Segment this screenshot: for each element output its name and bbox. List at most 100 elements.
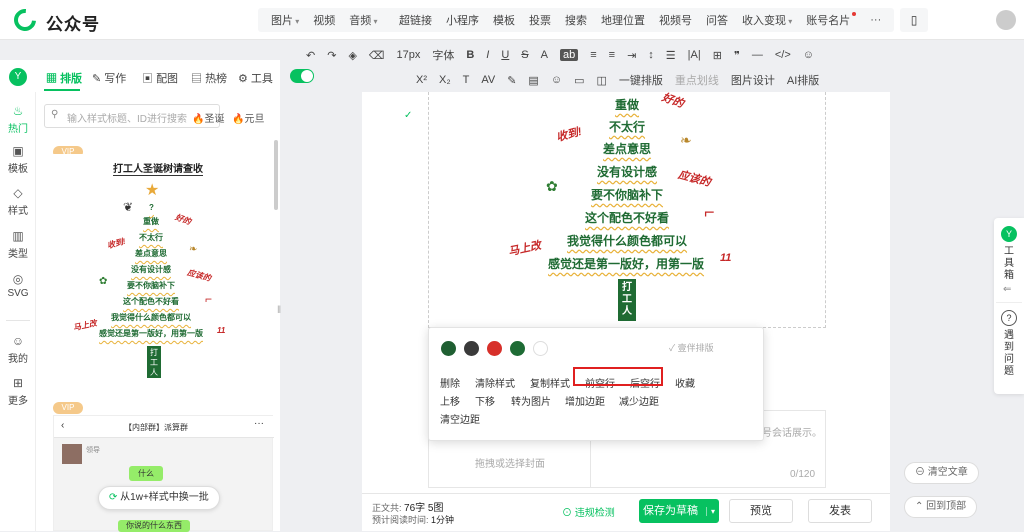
clear-margin-action[interactable]: 清空边距	[440, 411, 480, 426]
tag-christmas[interactable]: 🔥圣诞	[192, 110, 224, 125]
move-down-action[interactable]: 下移	[475, 393, 495, 408]
color-swatch[interactable]	[464, 341, 479, 356]
favorite-action[interactable]: 收藏	[675, 375, 695, 390]
resize-handle-icon[interactable]: ‖	[277, 305, 281, 316]
emoji-icon[interactable]: ☺	[803, 49, 814, 61]
save-draft-button[interactable]: 保存为草稿 ▾	[639, 499, 719, 523]
letter-spacing-icon[interactable]: |A|	[688, 49, 701, 61]
color-swatch[interactable]	[487, 341, 502, 356]
font-color-icon[interactable]: A	[541, 49, 548, 61]
spacing-icon[interactable]: AV	[481, 74, 495, 86]
insert-channels[interactable]: 视频号	[659, 12, 692, 28]
rail-item-template[interactable]: ▣ 模板	[0, 144, 36, 175]
panel-toggle[interactable]	[290, 69, 314, 83]
publish-button[interactable]: 发表	[808, 499, 872, 523]
copy-style-action[interactable]: 复制样式	[530, 375, 570, 390]
font-size-select[interactable]: 17px	[396, 49, 420, 61]
insert-link[interactable]: 超链接	[399, 12, 432, 28]
insert-template[interactable]: 模板	[493, 12, 515, 28]
image-editor-icon[interactable]: ◫	[596, 74, 606, 87]
insert-qa[interactable]: 问答	[706, 12, 728, 28]
plugin-icon[interactable]: Y	[1001, 226, 1017, 242]
insert-image[interactable]: 图片	[271, 12, 299, 28]
image-design-button[interactable]: 图片设计	[731, 72, 775, 88]
add-margin-action[interactable]: 增加边距	[565, 393, 605, 408]
delete-action[interactable]: 删除	[440, 375, 460, 390]
clear-format-icon[interactable]: ⌫	[369, 49, 385, 62]
insert-location[interactable]: 地理位置	[601, 12, 645, 28]
chart-icon[interactable]: ▤	[528, 74, 538, 87]
style-card-chat[interactable]: ‹ 【内部群】派算群 ··· 领导 什么 你说的什么东西	[53, 415, 274, 532]
insert-account-card[interactable]: 账号名片	[806, 12, 856, 28]
back-to-top-button[interactable]: ⌃ 回到顶部	[904, 496, 978, 518]
code-icon[interactable]: </>	[775, 49, 791, 61]
rail-item-style[interactable]: ◇ 样式	[0, 186, 36, 217]
magic-wand-icon[interactable]: ✎	[507, 74, 516, 87]
underline-button[interactable]: U	[501, 49, 509, 61]
style-card-christmas[interactable]: 打工人圣诞树请查收 ★ ❦ ? 重做 不太行 差点意思 没有设计感 要不你脑补下…	[53, 154, 273, 384]
reduce-margin-action[interactable]: 减少边距	[619, 393, 659, 408]
divider-icon[interactable]: —	[752, 49, 763, 61]
sticker-icon[interactable]: ☺	[551, 74, 562, 86]
rail-item-more[interactable]: ⊞ 更多	[0, 376, 36, 407]
tab-hot[interactable]: ▤ 热榜	[191, 70, 227, 86]
insert-vote[interactable]: 投票	[529, 12, 551, 28]
tab-tools[interactable]: ⚙ 工具	[238, 70, 273, 86]
compliance-check-button[interactable]: ⊙ 违规检测	[562, 504, 615, 519]
line-height-icon[interactable]: ↕	[648, 49, 654, 61]
toolbox-button[interactable]: 工具箱	[1003, 246, 1015, 282]
rail-item-hot[interactable]: ♨ 热门	[0, 104, 36, 135]
table-icon[interactable]: ⊞	[713, 49, 722, 62]
swap-styles-button[interactable]: ⟳ 从1w+样式中换一批	[98, 486, 220, 510]
to-image-action[interactable]: 转为图片	[511, 393, 551, 408]
clear-style-action[interactable]: 清除样式	[475, 375, 515, 390]
ai-layout-button[interactable]: AI排版	[787, 72, 819, 88]
rail-item-svg[interactable]: ◎ SVG	[0, 272, 36, 299]
format-brush-icon[interactable]: ◈	[348, 49, 356, 62]
chevron-down-icon[interactable]: ▾	[705, 507, 715, 516]
redo-icon[interactable]: ↷	[327, 49, 336, 62]
insert-video[interactable]: 视频	[313, 12, 335, 28]
list-icon[interactable]: ☰	[666, 49, 676, 62]
text-style-icon[interactable]: T	[463, 74, 470, 86]
help-icon[interactable]: ?	[1001, 310, 1017, 326]
auto-layout-button[interactable]: 一键排版	[619, 72, 663, 88]
mobile-preview-icon[interactable]: ▯	[900, 8, 928, 32]
rail-item-mine[interactable]: ☺ 我的	[0, 334, 36, 365]
superscript-icon[interactable]: X²	[416, 74, 427, 86]
tag-newyear[interactable]: 🔥元旦	[232, 110, 264, 125]
rail-item-type[interactable]: ▥ 类型	[0, 229, 36, 260]
html-icon[interactable]: ▭	[574, 74, 584, 87]
preview-button[interactable]: 预览	[729, 499, 793, 523]
subscript-icon[interactable]: X₂	[439, 74, 451, 86]
more-menu[interactable]: ···	[870, 14, 881, 26]
color-swatch[interactable]	[441, 341, 456, 356]
insert-monetize[interactable]: 收入变现	[742, 12, 792, 28]
align-center-icon[interactable]: ≡	[609, 49, 615, 61]
insert-miniprogram[interactable]: 小程序	[446, 12, 479, 28]
highlight-button[interactable]: 重点划线	[675, 72, 719, 88]
quote-icon[interactable]: ❞	[734, 49, 740, 62]
problem-button[interactable]: 遇到问题	[1003, 330, 1015, 378]
color-swatch[interactable]	[510, 341, 525, 356]
italic-button[interactable]: I	[486, 49, 489, 61]
align-left-icon[interactable]: ≡	[590, 49, 596, 61]
clear-article-button[interactable]: ⊖ 清空文章	[904, 462, 979, 484]
panel-scrollbar[interactable]	[274, 140, 278, 210]
bg-color-icon[interactable]: ab	[559, 49, 579, 61]
strike-button[interactable]: S	[521, 49, 528, 61]
avatar[interactable]	[996, 10, 1016, 30]
block-marker-icon[interactable]: ✓	[404, 110, 412, 121]
tab-image[interactable]: ▣ 配图	[142, 70, 178, 86]
undo-icon[interactable]: ↶	[306, 49, 315, 62]
tab-layout[interactable]: ▦ 排版	[46, 70, 82, 86]
move-up-action[interactable]: 上移	[440, 393, 460, 408]
bold-button[interactable]: B	[466, 49, 474, 61]
font-family-select[interactable]: 字体	[432, 47, 454, 63]
color-swatch[interactable]	[533, 341, 548, 356]
tab-write[interactable]: ✎ 写作	[92, 70, 126, 86]
insert-search[interactable]: 搜索	[565, 12, 587, 28]
indent-icon[interactable]: ⇥	[627, 49, 636, 62]
insert-audio[interactable]: 音频	[349, 12, 377, 28]
cover-picker[interactable]: 拖拽或选择封面	[475, 455, 545, 470]
